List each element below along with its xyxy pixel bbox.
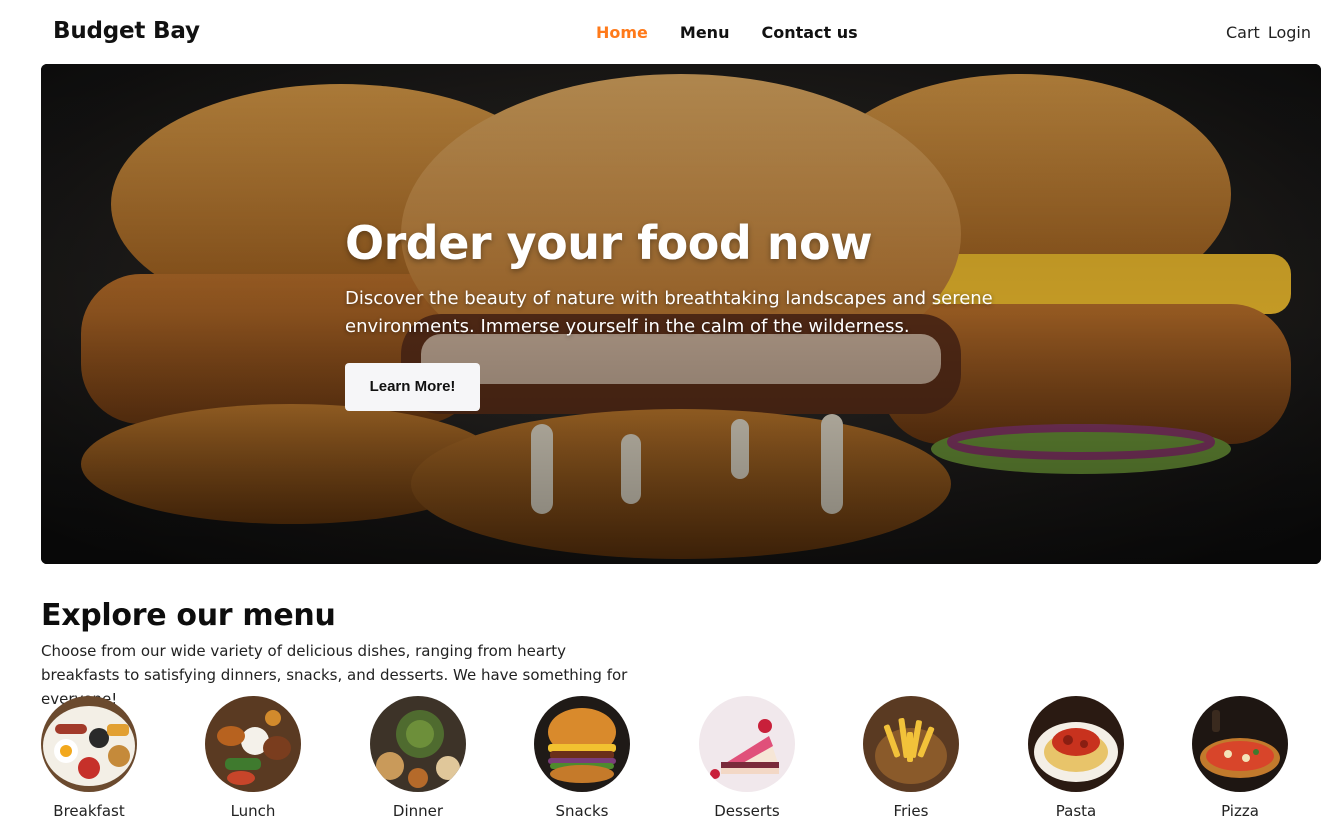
navbar: Budget Bay Home Menu Contact us Cart Log… — [0, 0, 1323, 64]
desserts-image — [699, 696, 795, 792]
menu-category-list: Breakfast Lunch Dinner Snacks Desserts F… — [41, 696, 1301, 826]
hero-title: Order your food now — [345, 216, 873, 270]
menu-item-label: Desserts — [714, 802, 780, 820]
pizza-image — [1192, 696, 1288, 792]
menu-item-label: Pasta — [1055, 802, 1097, 820]
dinner-image — [370, 696, 466, 792]
snacks-image — [534, 696, 630, 792]
menu-item-label: Fries — [893, 802, 929, 820]
menu-item-dinner[interactable]: Dinner — [370, 696, 466, 820]
menu-item-pasta[interactable]: Pasta — [1028, 696, 1124, 820]
menu-item-desserts[interactable]: Desserts — [699, 696, 795, 820]
hero-description: Discover the beauty of nature with breat… — [345, 287, 993, 337]
learn-more-button[interactable]: Learn More! — [345, 362, 480, 411]
explore-section: Explore our menu Choose from our wide va… — [41, 598, 631, 711]
menu-item-label: Dinner — [392, 802, 444, 820]
hero-banner: Order your food now Discover the beauty … — [41, 64, 1321, 564]
nav-link-menu[interactable]: Menu — [680, 23, 730, 42]
brand-logo[interactable]: Budget Bay — [53, 18, 200, 44]
menu-item-label: Breakfast — [53, 802, 125, 820]
lunch-image — [205, 696, 301, 792]
nav-actions: Cart Login — [1226, 23, 1311, 42]
menu-item-label: Lunch — [230, 802, 276, 820]
breakfast-image — [41, 696, 137, 792]
fries-image — [863, 696, 959, 792]
hero-content: Order your food now Discover the beauty … — [345, 218, 1025, 411]
login-link[interactable]: Login — [1268, 23, 1311, 42]
nav-link-home[interactable]: Home — [596, 23, 648, 42]
menu-item-fries[interactable]: Fries — [863, 696, 959, 820]
menu-item-breakfast[interactable]: Breakfast — [41, 696, 137, 820]
cart-link[interactable]: Cart — [1226, 23, 1260, 42]
menu-item-lunch[interactable]: Lunch — [205, 696, 301, 820]
pasta-image — [1028, 696, 1124, 792]
explore-title: Explore our menu — [41, 598, 336, 633]
nav-link-contact[interactable]: Contact us — [761, 23, 857, 42]
menu-item-pizza[interactable]: Pizza — [1192, 696, 1288, 820]
nav-links: Home Menu Contact us — [596, 23, 858, 42]
menu-item-label: Pizza — [1221, 802, 1259, 820]
menu-item-snacks[interactable]: Snacks — [534, 696, 630, 820]
menu-item-label: Snacks — [555, 802, 609, 820]
